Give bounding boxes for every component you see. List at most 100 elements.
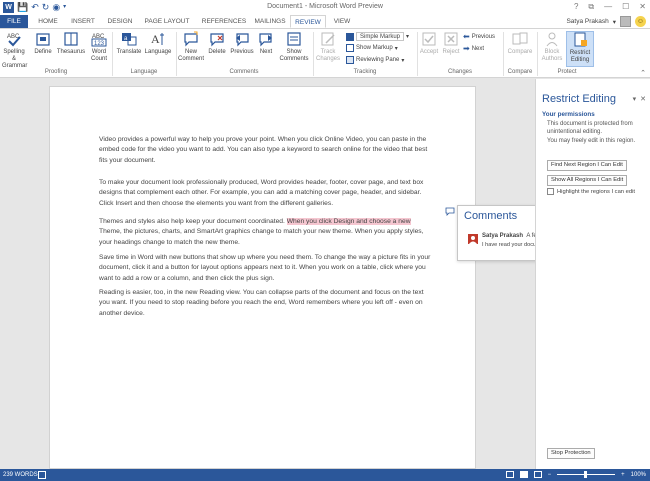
restrict-editing-button[interactable]: Restrict Editing [566, 31, 594, 67]
maximize-icon[interactable]: ☐ [622, 2, 629, 12]
tab-review[interactable]: REVIEW [290, 15, 326, 28]
commented-text-highlight[interactable]: When you click Design and choose a new [286, 218, 411, 225]
collapse-ribbon-icon[interactable]: ⌃ [640, 69, 646, 77]
show-all-regions-button[interactable]: Show All Regions I Can Edit [547, 175, 628, 186]
stop-protection-button[interactable]: Stop Protection [547, 448, 595, 459]
ribbon: ABC Spelling & Grammar Define Thesaurus … [0, 28, 650, 78]
paragraph[interactable]: To make your document look professionall… [99, 178, 431, 209]
word-count-label: Word Count [90, 49, 107, 62]
paragraph-text: Themes and styles also help keep your do… [99, 218, 287, 225]
comment-balloon-icon[interactable] [445, 207, 455, 216]
status-bar: 239 WORDS − + 100% [0, 469, 650, 481]
user-account[interactable]: Satya Prakash ▾ ☺ [566, 16, 646, 27]
translate-button[interactable]: a Translate [115, 31, 143, 56]
zoom-slider-thumb[interactable] [584, 471, 588, 478]
next-change-button[interactable]: ➡ Next [463, 44, 484, 53]
previous-change-label: Previous [471, 33, 496, 40]
word-count-status[interactable]: 239 WORDS [3, 472, 38, 478]
reviewing-pane-icon [346, 56, 354, 64]
help-icon[interactable]: ? [574, 2, 578, 12]
proofing-status-icon[interactable] [38, 471, 46, 479]
zoom-out-icon[interactable]: − [548, 472, 552, 478]
tab-mailings[interactable]: MAILINGS [252, 15, 288, 28]
next-change-label: Next [471, 45, 485, 52]
web-layout-icon[interactable] [533, 471, 542, 478]
delete-comment-icon [210, 33, 224, 47]
tab-page-layout[interactable]: PAGE LAYOUT [141, 15, 193, 28]
previous-label: Previous [230, 49, 254, 55]
zoom-slider[interactable] [557, 471, 616, 478]
accept-button[interactable]: Accept [419, 31, 439, 56]
paragraph[interactable]: Reading is easier, too, in the new Readi… [99, 288, 431, 319]
restrict-editing-icon [574, 32, 587, 47]
block-authors-button[interactable]: Block Authors [539, 31, 565, 63]
group-label-comments: Comments [229, 69, 259, 75]
track-changes-button[interactable]: Track Changes [315, 31, 341, 63]
checkbox-box[interactable] [547, 188, 554, 195]
show-comments-button[interactable]: Show Comments [278, 31, 310, 63]
group-separator [503, 32, 504, 76]
language-button[interactable]: A Language [143, 31, 173, 56]
chevron-down-icon: ▾ [406, 34, 410, 40]
new-comment-icon [184, 31, 198, 47]
tab-references[interactable]: REFERENCES [198, 15, 250, 28]
thesaurus-label: Thesaurus [56, 49, 86, 55]
title-bar: W 💾 ↶ ↻ ◉ ▾ Document1 - Microsoft Word P… [0, 0, 650, 15]
group-label-changes: Changes [447, 69, 473, 75]
next-label: Next [259, 49, 273, 55]
group-separator [176, 32, 177, 76]
tab-home[interactable]: HOME [33, 15, 63, 28]
document-area[interactable]: Video provides a powerful way to help yo… [0, 79, 534, 469]
close-icon[interactable]: ✕ [639, 2, 646, 12]
document-page[interactable]: Video provides a powerful way to help yo… [49, 86, 476, 469]
pane-options-icon[interactable]: ▾ [633, 95, 637, 103]
highlight-regions-checkbox[interactable]: Highlight the regions I can edit [547, 188, 635, 195]
reject-button[interactable]: Reject [441, 31, 461, 56]
delete-comment-button[interactable]: Delete [206, 31, 228, 56]
new-comment-button[interactable]: New Comment [178, 31, 204, 63]
view-controls: − + 100% [505, 471, 646, 478]
show-markup-icon [346, 44, 354, 52]
group-separator [112, 32, 113, 76]
window-controls: ? ⧉ — ☐ ✕ [574, 2, 646, 12]
tab-view[interactable]: VIEW [330, 15, 354, 28]
feedback-smiley-icon[interactable]: ☺ [635, 16, 646, 27]
language-icon: A [151, 32, 164, 46]
paragraph[interactable]: Save time in Word with new buttons that … [99, 253, 431, 284]
read-mode-icon[interactable] [505, 471, 514, 478]
group-label-tracking: Tracking [353, 69, 377, 75]
tab-file[interactable]: FILE [0, 15, 28, 28]
ribbon-display-icon[interactable]: ⧉ [588, 2, 594, 12]
compare-button[interactable]: Compare [505, 31, 535, 56]
show-markup-dropdown[interactable]: Show Markup ▾ [346, 44, 398, 52]
highlight-regions-label: Highlight the regions I can edit [557, 188, 635, 195]
svg-text:A: A [151, 32, 160, 46]
comment-author: Satya Prakash [482, 233, 524, 239]
define-button[interactable]: Define [33, 31, 53, 56]
previous-comment-button[interactable]: Previous [228, 31, 256, 56]
zoom-level[interactable]: 100% [631, 472, 646, 478]
print-layout-icon[interactable] [519, 471, 528, 478]
spelling-grammar-button[interactable]: ABC Spelling & Grammar [2, 31, 27, 70]
tab-insert[interactable]: INSERT [67, 15, 99, 28]
group-separator [313, 32, 314, 76]
paragraph-with-comment[interactable]: Themes and styles also help keep your do… [99, 217, 431, 248]
accept-icon [422, 32, 436, 46]
block-authors-label: Block Authors [541, 49, 563, 62]
paragraph[interactable]: Video provides a powerful way to help yo… [99, 135, 431, 166]
word-count-button[interactable]: ABC 123 Word Count [88, 31, 110, 63]
previous-change-button[interactable]: ⬅ Previous [463, 32, 495, 41]
zoom-in-icon[interactable]: + [621, 472, 625, 478]
close-icon[interactable]: ✕ [640, 95, 646, 103]
reviewing-pane-dropdown[interactable]: Reviewing Pane ▾ [346, 56, 404, 64]
avatar[interactable] [620, 16, 631, 27]
show-markup-label: Show Markup [356, 45, 393, 51]
minimize-icon[interactable]: — [604, 2, 612, 12]
next-comment-button[interactable]: Next [256, 31, 276, 56]
thesaurus-button[interactable]: Thesaurus [56, 31, 86, 56]
find-next-region-button[interactable]: Find Next Region I Can Edit [547, 160, 627, 171]
tab-design[interactable]: DESIGN [104, 15, 136, 28]
group-label-language: Language [130, 69, 158, 75]
markup-mode-dropdown[interactable]: Simple Markup ▾ [346, 32, 409, 41]
group-label-protect: Protect [557, 69, 577, 75]
